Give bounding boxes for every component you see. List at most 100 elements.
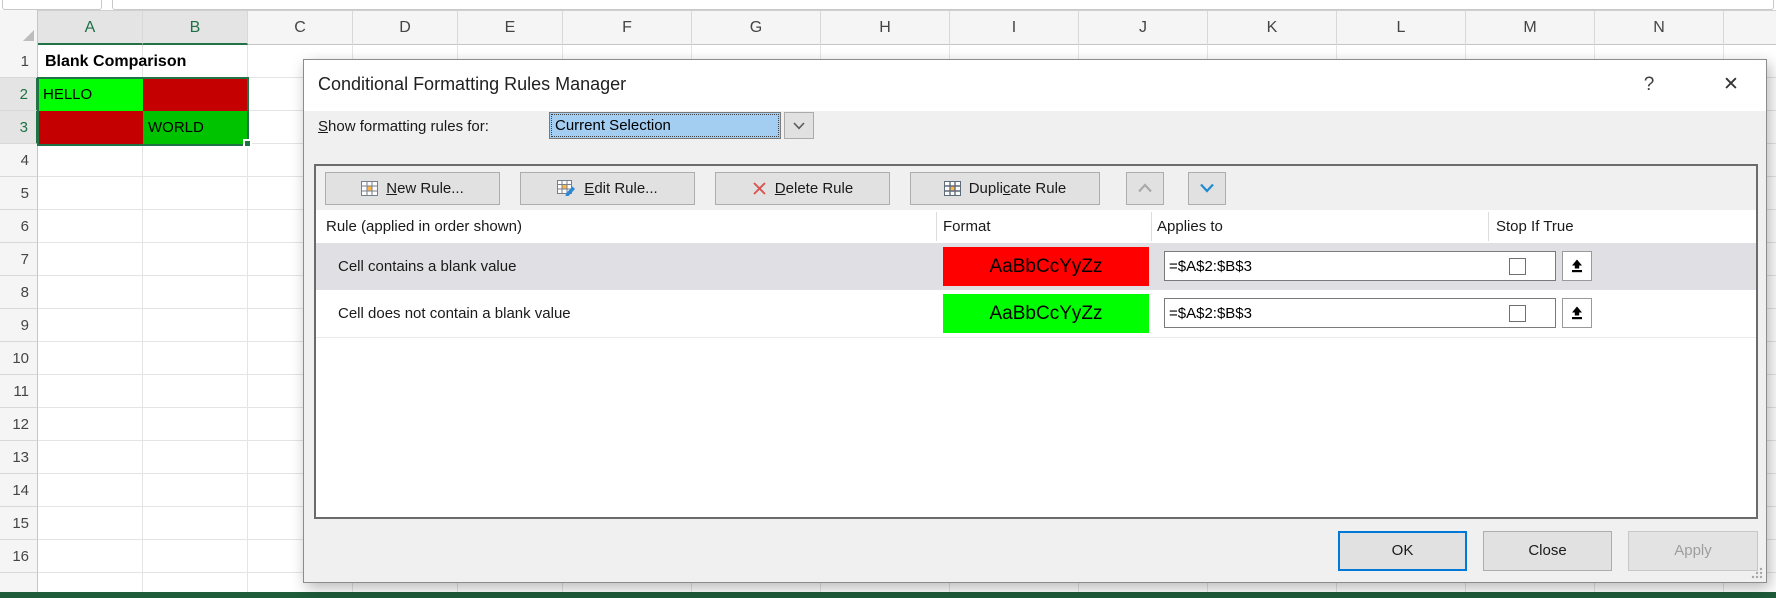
column-header-N[interactable]: N xyxy=(1595,11,1724,45)
duplicate-rule-table-icon xyxy=(944,181,961,196)
column-header-J[interactable]: J xyxy=(1079,11,1208,45)
ok-button[interactable]: OK xyxy=(1338,531,1467,571)
header-applies-to: Applies to xyxy=(1157,210,1223,243)
rule-description: Cell does not contain a blank value xyxy=(338,290,571,337)
row-header-3[interactable]: 3 xyxy=(0,111,38,144)
header-stop-if-true: Stop If True xyxy=(1496,210,1574,243)
column-header-F[interactable]: F xyxy=(563,11,692,45)
rules-toolbar: New Rule... Edit Rule... Delete Rule xyxy=(316,166,1756,210)
row-header-12[interactable]: 12 xyxy=(0,408,38,441)
close-icon[interactable]: ✕ xyxy=(1714,70,1748,100)
new-rule-table-icon xyxy=(361,181,378,196)
formula-bar-edge xyxy=(112,0,1774,10)
cell-B2[interactable] xyxy=(143,78,248,111)
delete-rule-label: Delete Rule xyxy=(775,180,853,197)
new-rule-button[interactable]: New Rule... xyxy=(325,172,500,205)
help-icon[interactable]: ? xyxy=(1634,70,1664,100)
row-header-14[interactable]: 14 xyxy=(0,474,38,507)
row-header-7[interactable]: 7 xyxy=(0,243,38,276)
name-box-edge xyxy=(2,0,102,10)
move-up-button[interactable] xyxy=(1126,172,1164,205)
show-rules-dropdown[interactable]: Current Selection xyxy=(549,112,781,139)
column-header-A[interactable]: A xyxy=(38,11,143,45)
row-header-5[interactable]: 5 xyxy=(0,177,38,210)
duplicate-rule-label: Duplicate Rule xyxy=(969,180,1067,197)
row-header-1[interactable]: 1 xyxy=(0,45,38,78)
column-header-M[interactable]: M xyxy=(1466,11,1595,45)
row-header-partial xyxy=(0,573,38,594)
range-picker-button[interactable] xyxy=(1562,298,1592,328)
column-header-D[interactable]: D xyxy=(353,11,458,45)
rule-description: Cell contains a blank value xyxy=(338,243,516,290)
column-header-I[interactable]: I xyxy=(950,11,1079,45)
edit-rule-label: Edit Rule... xyxy=(584,180,657,197)
row-header-13[interactable]: 13 xyxy=(0,441,38,474)
row-header-6[interactable]: 6 xyxy=(0,210,38,243)
row-header-11[interactable]: 11 xyxy=(0,375,38,408)
resize-grip[interactable] xyxy=(1751,567,1763,579)
header-rule: Rule (applied in order shown) xyxy=(326,210,522,243)
formula-bar-sliver xyxy=(0,0,1776,10)
header-separator xyxy=(936,212,937,241)
header-separator xyxy=(1488,212,1489,241)
row-header-9[interactable]: 9 xyxy=(0,309,38,342)
cell-A2[interactable]: HELLO xyxy=(38,78,143,111)
column-header-H[interactable]: H xyxy=(821,11,950,45)
applies-to-input[interactable] xyxy=(1164,251,1556,281)
chevron-down-icon xyxy=(793,122,805,130)
close-button[interactable]: Close xyxy=(1483,531,1612,571)
rules-table-header: Rule (applied in order shown) Format App… xyxy=(316,210,1756,243)
format-preview: AaBbCcYyZz xyxy=(943,294,1149,333)
row-header-8[interactable]: 8 xyxy=(0,276,38,309)
chevron-down-icon xyxy=(1199,183,1215,193)
column-header-B[interactable]: B xyxy=(143,11,248,45)
column-header-K[interactable]: K xyxy=(1208,11,1337,45)
cell-A1[interactable]: Blank Comparison xyxy=(40,45,250,78)
duplicate-rule-button[interactable]: Duplicate Rule xyxy=(910,172,1100,205)
row-header-2[interactable]: 2 xyxy=(0,78,38,111)
row-header-15[interactable]: 15 xyxy=(0,507,38,540)
row-header-10[interactable]: 10 xyxy=(0,342,38,375)
stop-if-true-checkbox[interactable] xyxy=(1509,258,1526,275)
excel-screen: ABCDEFGHIJKLMN 12345678910111213141516 B… xyxy=(0,0,1776,598)
rule-row-not-blank[interactable]: Cell does not contain a blank value AaBb… xyxy=(316,290,1756,337)
rule-row-blank[interactable]: Cell contains a blank value AaBbCcYyZz xyxy=(316,243,1756,290)
edit-rule-pencil-icon xyxy=(557,180,576,196)
column-header-L[interactable]: L xyxy=(1337,11,1466,45)
dialog-title: Conditional Formatting Rules Manager xyxy=(318,74,626,95)
column-header-C[interactable]: C xyxy=(248,11,353,45)
fill-handle[interactable] xyxy=(243,139,252,148)
select-all-box[interactable] xyxy=(0,10,38,45)
sheet-tabs-strip xyxy=(0,592,1776,598)
cell-A3[interactable] xyxy=(38,111,143,144)
delete-rule-button[interactable]: Delete Rule xyxy=(715,172,890,205)
applies-to-input[interactable] xyxy=(1164,298,1556,328)
header-separator xyxy=(1151,212,1152,241)
cell-B3[interactable]: WORLD xyxy=(143,111,248,144)
show-rules-label: Show formatting rules for: xyxy=(318,118,489,135)
new-rule-label: New Rule... xyxy=(386,180,464,197)
dialog-title-bar: Conditional Formatting Rules Manager ? ✕ xyxy=(304,60,1766,111)
column-header-E[interactable]: E xyxy=(458,11,563,45)
show-rules-label-rest: how formatting rules for: xyxy=(328,118,489,135)
rules-frame: New Rule... Edit Rule... Delete Rule xyxy=(314,164,1758,519)
collapse-dialog-arrow-icon xyxy=(1569,258,1585,274)
row-header-16[interactable]: 16 xyxy=(0,540,38,573)
edit-rule-button[interactable]: Edit Rule... xyxy=(520,172,695,205)
delete-x-icon xyxy=(752,181,767,196)
row-separator xyxy=(316,337,1756,338)
move-down-button[interactable] xyxy=(1188,172,1226,205)
collapse-dialog-arrow-icon xyxy=(1569,305,1585,321)
chevron-up-icon xyxy=(1137,183,1153,193)
range-picker-button[interactable] xyxy=(1562,251,1592,281)
apply-button[interactable]: Apply xyxy=(1628,531,1758,571)
stop-if-true-checkbox[interactable] xyxy=(1509,305,1526,322)
column-header-G[interactable]: G xyxy=(692,11,821,45)
show-rules-dropdown-arrow[interactable] xyxy=(784,112,814,139)
format-preview: AaBbCcYyZz xyxy=(943,247,1149,286)
show-rules-label-accel: S xyxy=(318,118,328,135)
row-header-4[interactable]: 4 xyxy=(0,144,38,177)
conditional-formatting-rules-manager-dialog: Conditional Formatting Rules Manager ? ✕… xyxy=(303,59,1767,583)
select-all-triangle-icon xyxy=(23,30,34,41)
column-headers: ABCDEFGHIJKLMN xyxy=(0,10,1776,45)
